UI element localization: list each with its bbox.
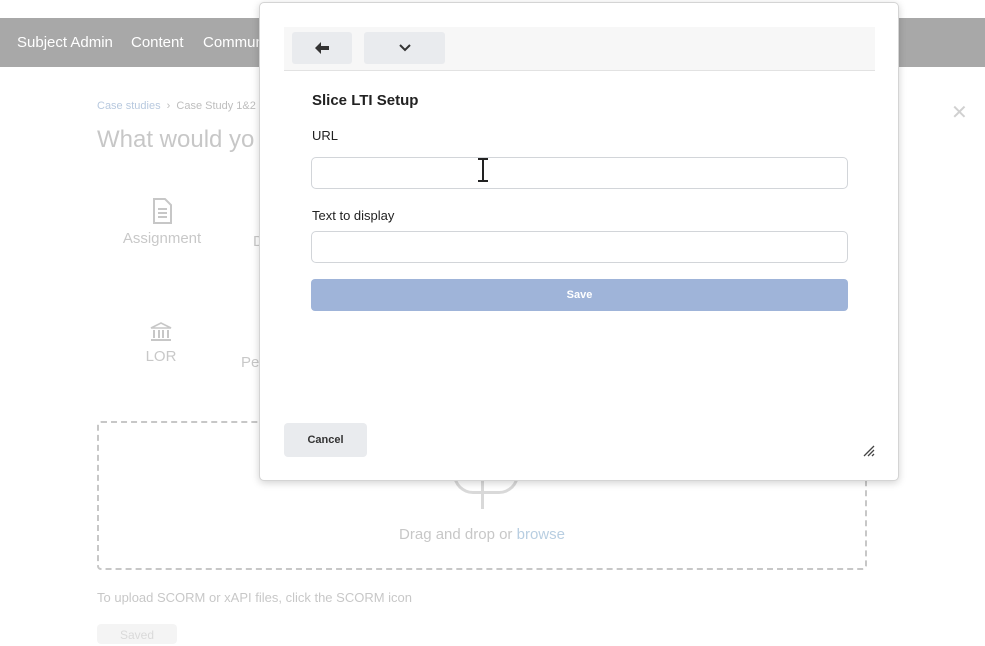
dropdown-button[interactable]: [364, 32, 445, 64]
breadcrumb: Case studies › Case Study 1&2: [97, 100, 256, 112]
browse-link[interactable]: browse: [517, 526, 565, 543]
url-input[interactable]: [311, 157, 848, 189]
text-to-display-input[interactable]: [311, 231, 848, 263]
save-button[interactable]: Save: [311, 279, 848, 311]
nav-item-communication[interactable]: Commun: [203, 34, 264, 51]
form-title: Slice LTI Setup: [312, 92, 419, 109]
arrow-left-icon: [315, 42, 329, 54]
resize-handle-icon[interactable]: [863, 445, 875, 457]
breadcrumb-item-current: Case Study 1&2: [176, 100, 256, 112]
lti-setup-dialog: ✕ Slice LTI Setup URL Text to display Sa…: [259, 2, 899, 481]
tile-assignment[interactable]: Assignment: [117, 198, 207, 247]
tile-lor[interactable]: LOR: [131, 322, 191, 365]
dropzone-text: Drag and drop or browse: [99, 526, 865, 543]
breadcrumb-item-case-studies[interactable]: Case studies: [97, 100, 161, 112]
upload-icon-stem: [481, 477, 484, 509]
text-to-display-label: Text to display: [312, 208, 395, 223]
close-icon[interactable]: ✕: [951, 100, 968, 125]
scorm-hint: To upload SCORM or xAPI files, click the…: [97, 590, 412, 605]
url-label: URL: [312, 128, 339, 143]
document-icon: [153, 198, 172, 224]
cancel-button[interactable]: Cancel: [284, 423, 367, 457]
nav-item-content[interactable]: Content: [131, 34, 184, 51]
tile-lor-label: LOR: [145, 348, 177, 365]
page-title: What would yo: [97, 126, 255, 153]
back-button[interactable]: [292, 32, 352, 64]
tile-partial-pe[interactable]: Pe: [241, 354, 259, 371]
background-button[interactable]: Saved: [97, 624, 177, 644]
breadcrumb-separator: ›: [166, 100, 171, 112]
tile-assignment-label: Assignment: [122, 230, 202, 247]
bank-icon: [150, 322, 172, 341]
dialog-toolbar: [284, 27, 875, 71]
chevron-down-icon: [398, 44, 411, 52]
text-cursor-icon: [478, 158, 488, 182]
nav-item-subject-admin[interactable]: Subject Admin: [17, 34, 113, 51]
dropzone-instruction: Drag and drop or: [399, 526, 517, 543]
